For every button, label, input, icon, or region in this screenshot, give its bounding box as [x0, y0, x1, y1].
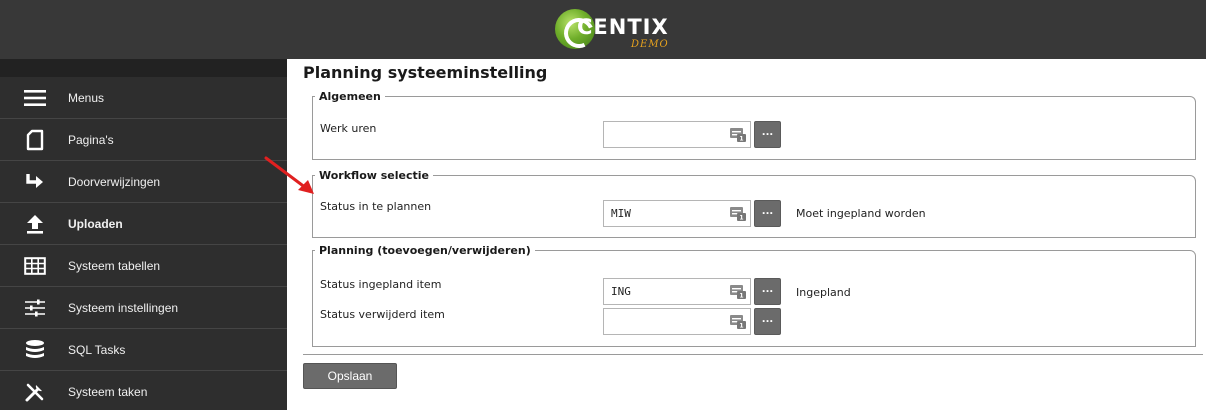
sidebar-item-uploaden[interactable]: Uploaden [0, 203, 287, 245]
save-button[interactable]: Opslaan [303, 363, 397, 389]
top-bar: CENTIX DEMO [0, 0, 1206, 59]
status-verwijderd-item-lookup-button[interactable]: ... [754, 308, 781, 335]
svg-text:1: 1 [739, 293, 743, 299]
logo-demo-label: DEMO [631, 39, 669, 50]
status-ingepland-item-description: Ingepland [796, 286, 851, 299]
status-in-te-plannen-description: Moet ingepland worden [796, 207, 926, 220]
sidebar-item-label: Systeem instellingen [68, 301, 179, 315]
status-in-te-plannen-input[interactable]: MIW [603, 200, 751, 227]
database-icon [22, 338, 48, 362]
annotation-arrow-icon [264, 156, 314, 194]
table-icon [22, 254, 48, 278]
status-verwijderd-item-input[interactable] [603, 308, 751, 335]
logo-text: CENTIX [577, 15, 669, 39]
field-label-werk-uren: Werk uren [320, 122, 377, 135]
status-in-te-plannen-lookup-button[interactable]: ... [754, 200, 781, 227]
field-label-status-ingepland-item: Status ingepland item [320, 278, 442, 291]
status-ingepland-item-lookup-button[interactable]: ... [754, 278, 781, 305]
sidebar-item-label: Menus [68, 91, 105, 105]
lookup-list-icon[interactable]: 1 [730, 284, 746, 300]
centix-logo[interactable]: CENTIX DEMO [555, 6, 685, 54]
upload-icon [22, 212, 48, 236]
lookup-list-icon[interactable]: 1 [730, 206, 746, 222]
form-divider [303, 354, 1203, 355]
page-title: Planning systeeminstelling [303, 63, 548, 82]
field-label-status-verwijderd-item: Status verwijderd item [320, 308, 445, 321]
sidebar-item-systeem-instellingen[interactable]: Systeem instellingen [0, 287, 287, 329]
sidebar-item-label: Doorverwijzingen [68, 175, 161, 189]
svg-text:1: 1 [739, 136, 743, 142]
menu-icon [22, 86, 48, 110]
sidebar-item-sql-tasks[interactable]: SQL Tasks [0, 329, 287, 371]
field-label-status-in-te-plannen: Status in te plannen [320, 200, 432, 213]
sidebar-header-strip [0, 59, 287, 77]
sidebar-item-label: Pagina's [68, 133, 114, 147]
sidebar-item-systeem-taken[interactable]: Systeem taken [0, 371, 287, 410]
sidebar-item-menus[interactable]: Menus [0, 77, 287, 119]
sidebar-item-label: Systeem tabellen [68, 259, 161, 273]
sidebar-item-label: Systeem taken [68, 385, 148, 399]
sidebar-item-label: SQL Tasks [68, 343, 126, 357]
tools-icon [22, 380, 48, 404]
fieldset-legend: Planning (toevoegen/verwijderen) [319, 244, 531, 257]
svg-text:1: 1 [739, 323, 743, 329]
fieldset-legend: Workflow selectie [319, 169, 429, 182]
sidebar-item-doorverwijzingen[interactable]: Doorverwijzingen [0, 161, 287, 203]
redirect-arrow-icon [22, 170, 48, 194]
sidebar-item-paginas[interactable]: Pagina's [0, 119, 287, 161]
sidebar-item-systeem-tabellen[interactable]: Systeem tabellen [0, 245, 287, 287]
lookup-list-icon[interactable]: 1 [730, 314, 746, 330]
sliders-icon [22, 296, 48, 320]
werk-uren-input[interactable] [603, 121, 751, 148]
fieldset-legend: Algemeen [319, 90, 381, 103]
svg-text:1: 1 [739, 215, 743, 221]
page-icon [22, 128, 48, 152]
lookup-list-icon[interactable]: 1 [730, 127, 746, 143]
status-ingepland-item-input[interactable]: ING [603, 278, 751, 305]
werk-uren-lookup-button[interactable]: ... [754, 121, 781, 148]
sidebar-item-label: Uploaden [68, 217, 123, 231]
